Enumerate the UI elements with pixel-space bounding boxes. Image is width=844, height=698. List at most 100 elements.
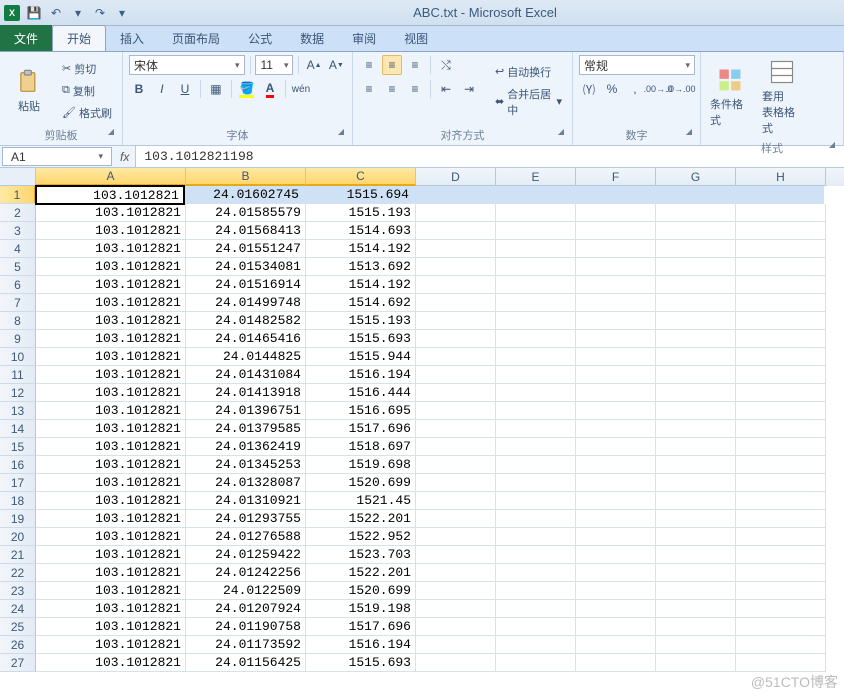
cell[interactable]: 1515.193 (306, 312, 416, 330)
cell[interactable] (656, 654, 736, 672)
cell[interactable] (416, 348, 496, 366)
cell[interactable] (576, 348, 656, 366)
cell[interactable] (736, 528, 826, 546)
row-header[interactable]: 20 (0, 528, 36, 546)
row-header[interactable]: 13 (0, 402, 36, 420)
qat-dropdown-2[interactable]: ▾ (114, 5, 130, 21)
cell[interactable] (736, 582, 826, 600)
cell[interactable] (656, 618, 736, 636)
cell[interactable] (656, 366, 736, 384)
undo-button[interactable]: ↶ (48, 5, 64, 21)
tab-开始[interactable]: 开始 (52, 25, 106, 51)
cell[interactable]: 1516.194 (306, 366, 416, 384)
name-box[interactable]: A1 (2, 147, 112, 166)
cell[interactable]: 1514.192 (306, 240, 416, 258)
cell[interactable] (496, 456, 576, 474)
cell[interactable] (416, 204, 496, 222)
cell[interactable] (656, 636, 736, 654)
cell[interactable] (656, 294, 736, 312)
cell[interactable] (656, 312, 736, 330)
cell[interactable]: 24.01534081 (186, 258, 306, 276)
cell[interactable]: 1515.693 (306, 330, 416, 348)
cell[interactable] (656, 330, 736, 348)
row-header[interactable]: 7 (0, 294, 36, 312)
number-format-combo[interactable]: 常规 (579, 55, 695, 75)
cell[interactable]: 103.1012821 (36, 294, 186, 312)
underline-button[interactable]: U (175, 79, 195, 99)
currency-button[interactable]: 🄨 (579, 79, 599, 99)
cell[interactable] (736, 276, 826, 294)
column-header-H[interactable]: H (736, 168, 826, 186)
row-header[interactable]: 11 (0, 366, 36, 384)
column-header-B[interactable]: B (186, 168, 306, 186)
cell[interactable]: 24.01396751 (186, 402, 306, 420)
cell[interactable] (494, 186, 574, 204)
row-header[interactable]: 27 (0, 654, 36, 672)
cell[interactable]: 24.0144825 (186, 348, 306, 366)
cell[interactable] (736, 546, 826, 564)
font-size-combo[interactable]: 11 (255, 55, 293, 75)
cell[interactable] (416, 582, 496, 600)
paste-button[interactable]: 粘贴 (6, 55, 52, 126)
cell[interactable]: 1520.699 (306, 582, 416, 600)
cell[interactable] (416, 222, 496, 240)
font-name-combo[interactable]: 宋体 (129, 55, 245, 75)
cell[interactable] (416, 312, 496, 330)
cell[interactable] (576, 528, 656, 546)
cell[interactable] (656, 456, 736, 474)
tab-公式[interactable]: 公式 (234, 26, 286, 51)
cell[interactable] (736, 222, 826, 240)
cell[interactable] (736, 420, 826, 438)
cell[interactable] (496, 294, 576, 312)
cell[interactable]: 103.1012821 (36, 546, 186, 564)
cell[interactable] (736, 438, 826, 456)
cell[interactable] (736, 294, 826, 312)
cell[interactable] (736, 600, 826, 618)
cell[interactable]: 103.1012821 (36, 276, 186, 294)
cell[interactable]: 103.1012821 (36, 384, 186, 402)
row-header[interactable]: 1 (0, 186, 36, 204)
column-header-A[interactable]: A (36, 168, 186, 186)
cell[interactable]: 103.1012821 (36, 528, 186, 546)
cell[interactable]: 1516.695 (306, 402, 416, 420)
cell[interactable] (734, 186, 824, 204)
cell[interactable] (496, 312, 576, 330)
cell[interactable]: 1513.692 (306, 258, 416, 276)
spreadsheet-grid[interactable]: ABCDEFGH 1103.101282124.016027451515.694… (0, 168, 844, 698)
cell[interactable] (576, 582, 656, 600)
cell[interactable]: 1522.952 (306, 528, 416, 546)
cell[interactable]: 1522.201 (306, 564, 416, 582)
italic-button[interactable]: I (152, 79, 172, 99)
cell[interactable] (416, 366, 496, 384)
column-header-D[interactable]: D (416, 168, 496, 186)
cell[interactable] (736, 240, 826, 258)
percent-button[interactable]: % (602, 79, 622, 99)
cell[interactable]: 1517.696 (306, 618, 416, 636)
column-header-F[interactable]: F (576, 168, 656, 186)
decrease-decimal-button[interactable]: .0→.00 (671, 79, 691, 99)
cell[interactable] (416, 420, 496, 438)
cell[interactable]: 103.1012821 (36, 402, 186, 420)
cell[interactable] (736, 402, 826, 420)
cell[interactable] (416, 528, 496, 546)
cell[interactable] (736, 366, 826, 384)
cell[interactable] (656, 402, 736, 420)
cell[interactable] (576, 258, 656, 276)
cell[interactable] (576, 456, 656, 474)
cell[interactable] (496, 528, 576, 546)
cell[interactable] (576, 564, 656, 582)
cell[interactable] (736, 636, 826, 654)
cell[interactable]: 1515.694 (304, 186, 414, 204)
cell[interactable]: 24.01379585 (186, 420, 306, 438)
cell[interactable] (576, 204, 656, 222)
cell[interactable] (496, 420, 576, 438)
cell[interactable] (576, 366, 656, 384)
cell[interactable] (656, 600, 736, 618)
copy-button[interactable]: ⧉复制 (58, 81, 116, 101)
cell[interactable]: 1521.45 (306, 492, 416, 510)
row-header[interactable]: 5 (0, 258, 36, 276)
cell[interactable]: 24.01156425 (186, 654, 306, 672)
column-header-E[interactable]: E (496, 168, 576, 186)
cell[interactable] (656, 222, 736, 240)
row-header[interactable]: 3 (0, 222, 36, 240)
